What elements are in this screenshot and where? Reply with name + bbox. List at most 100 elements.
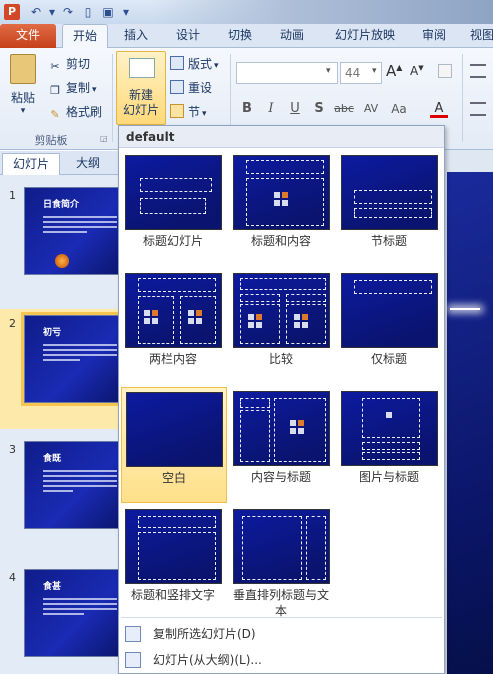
- tab-home[interactable]: 开始: [62, 24, 108, 49]
- slide-thumbnail-3[interactable]: 食既: [24, 441, 120, 529]
- redo-icon[interactable]: ↷: [60, 4, 76, 20]
- brush-icon: ✎: [50, 108, 60, 121]
- save-icon[interactable]: ▣: [100, 4, 116, 20]
- layout-title-and-vertical-text[interactable]: 标题和竖排文字: [121, 505, 227, 621]
- section-button[interactable]: 节 ▾: [170, 102, 207, 122]
- slide-thumbnail-2[interactable]: 初亏: [21, 312, 123, 406]
- layout-content-with-caption[interactable]: 内容与标题: [229, 387, 335, 503]
- light-flare: [450, 308, 480, 310]
- layout-title-slide[interactable]: 标题幻灯片: [121, 151, 227, 267]
- slide-thumb-title: 日食简介: [43, 200, 80, 210]
- format-painter-button[interactable]: ✎ 格式刷: [48, 102, 102, 122]
- align-text-icon[interactable]: [470, 102, 486, 116]
- layout-label: 比较: [268, 352, 293, 366]
- copy-button[interactable]: ❐ 复制 ▾: [48, 78, 97, 98]
- dialog-launcher-icon[interactable]: ◲: [100, 134, 108, 143]
- tab-animations[interactable]: 动画: [270, 24, 314, 48]
- layout-preview: [125, 273, 222, 348]
- tab-slideshow[interactable]: 幻灯片放映: [324, 24, 406, 48]
- layout-label: 图片与标题: [358, 470, 419, 484]
- group-separator: [462, 54, 463, 142]
- layout-button[interactable]: 版式 ▾: [170, 54, 219, 74]
- strikethrough-button[interactable]: abc: [332, 100, 356, 118]
- slides-from-outline-command[interactable]: 幻灯片(从大纲)(L)...: [119, 648, 444, 672]
- paragraph-list-icon[interactable]: [470, 64, 486, 78]
- slide-thumb-text: [43, 216, 117, 236]
- tab-transitions[interactable]: 切换: [218, 24, 262, 48]
- layout-two-content[interactable]: 两栏内容: [121, 269, 227, 385]
- layout-preview: [125, 155, 222, 230]
- reset-label: 重设: [188, 81, 213, 95]
- underline-button[interactable]: U: [286, 100, 304, 118]
- duplicate-slide-command[interactable]: 复制所选幻灯片(D): [119, 622, 444, 646]
- new-doc-icon[interactable]: ▯: [80, 4, 96, 20]
- powerpoint-app-icon[interactable]: P: [4, 4, 20, 20]
- layout-label: 仅标题: [370, 352, 407, 366]
- new-slide-layout-menu: default 标题幻灯片 标题和内容 节标题 两栏内容 比较 仅标题 空白 内…: [118, 125, 445, 674]
- tab-review[interactable]: 审阅: [412, 24, 456, 48]
- font-size-dropdown-icon[interactable]: ▾: [372, 66, 377, 76]
- outline-icon: [125, 652, 141, 668]
- layout-title-and-content[interactable]: 标题和内容: [229, 151, 335, 267]
- copy-dropdown-icon[interactable]: ▾: [92, 85, 97, 95]
- font-name-dropdown-icon[interactable]: ▾: [326, 66, 331, 76]
- tab-outline[interactable]: 大纲: [66, 153, 110, 175]
- layout-picture-with-caption[interactable]: 图片与标题: [337, 387, 443, 503]
- layout-section-header[interactable]: 节标题: [337, 151, 443, 267]
- layout-label: 标题和竖排文字: [130, 588, 215, 602]
- layout-label: 标题幻灯片: [142, 234, 203, 248]
- section-dropdown-icon: ▾: [202, 109, 207, 119]
- section-label: 节: [188, 105, 201, 119]
- clear-format-icon[interactable]: [438, 64, 452, 78]
- layout-preview: [125, 509, 222, 584]
- layout-label: 空白: [161, 471, 186, 485]
- tab-slides[interactable]: 幻灯片: [2, 153, 61, 175]
- layout-preview: [233, 155, 330, 230]
- slide-thumbnail-1[interactable]: 日食简介: [24, 187, 120, 275]
- italic-button[interactable]: I: [262, 100, 280, 118]
- grow-font-label: A: [386, 62, 397, 80]
- paste-button[interactable]: 粘贴 ▾: [6, 54, 40, 116]
- font-color-button[interactable]: A: [430, 100, 448, 118]
- change-case-button[interactable]: Aa: [388, 100, 410, 118]
- left-panel-tabs: 幻灯片 大纲: [0, 151, 120, 175]
- layout-blank[interactable]: 空白: [121, 387, 227, 503]
- char-spacing-button[interactable]: AV: [360, 100, 382, 118]
- tab-insert[interactable]: 插入: [114, 24, 158, 48]
- slide-thumb-title: 食既: [43, 454, 62, 464]
- slide-number: 3: [9, 443, 16, 456]
- slide-number: 2: [9, 317, 16, 330]
- copy-icon: ❐: [50, 84, 60, 97]
- new-slide-button[interactable]: 新建 幻灯片: [116, 51, 166, 125]
- grow-font-button[interactable]: A▲: [386, 62, 402, 80]
- slide-canvas[interactable]: [447, 172, 493, 674]
- layout-label: 垂直排列标题与文本: [232, 588, 329, 618]
- group-separator: [112, 54, 113, 142]
- paste-dropdown-icon[interactable]: ▾: [6, 106, 40, 116]
- undo-dropdown-icon[interactable]: ▾: [44, 4, 60, 20]
- tab-view[interactable]: 视图: [462, 24, 493, 48]
- customize-quick-access-icon[interactable]: ▾: [118, 4, 134, 20]
- font-name-select[interactable]: [236, 62, 338, 84]
- undo-icon[interactable]: ↶: [28, 4, 44, 20]
- title-bar: P ↶ ▾ ↷ ▯ ▣ ▾: [0, 0, 493, 24]
- layout-vertical-title-and-text[interactable]: 垂直排列标题与文本: [229, 505, 335, 618]
- shrink-font-button[interactable]: A▼: [410, 64, 424, 78]
- shadow-button[interactable]: S: [310, 100, 328, 118]
- paste-label: 粘贴: [10, 91, 35, 105]
- slide-thumbnail-4[interactable]: 食甚: [24, 569, 120, 657]
- layout-gallery-header: default: [119, 126, 444, 148]
- layout-title-only[interactable]: 仅标题: [337, 269, 443, 385]
- reset-icon: [170, 80, 184, 94]
- tab-design[interactable]: 设计: [166, 24, 210, 48]
- cut-button[interactable]: ✂ 剪切: [48, 54, 90, 74]
- layout-label: 节标题: [370, 234, 407, 248]
- tab-file[interactable]: 文件: [0, 24, 56, 48]
- clipboard-icon: [10, 54, 36, 84]
- bold-button[interactable]: B: [238, 100, 256, 118]
- layout-comparison[interactable]: 比较: [229, 269, 335, 385]
- title-background: [150, 0, 493, 24]
- layout-preview: [126, 392, 223, 467]
- reset-button[interactable]: 重设: [170, 78, 212, 98]
- slide-thumb-text: [43, 344, 117, 364]
